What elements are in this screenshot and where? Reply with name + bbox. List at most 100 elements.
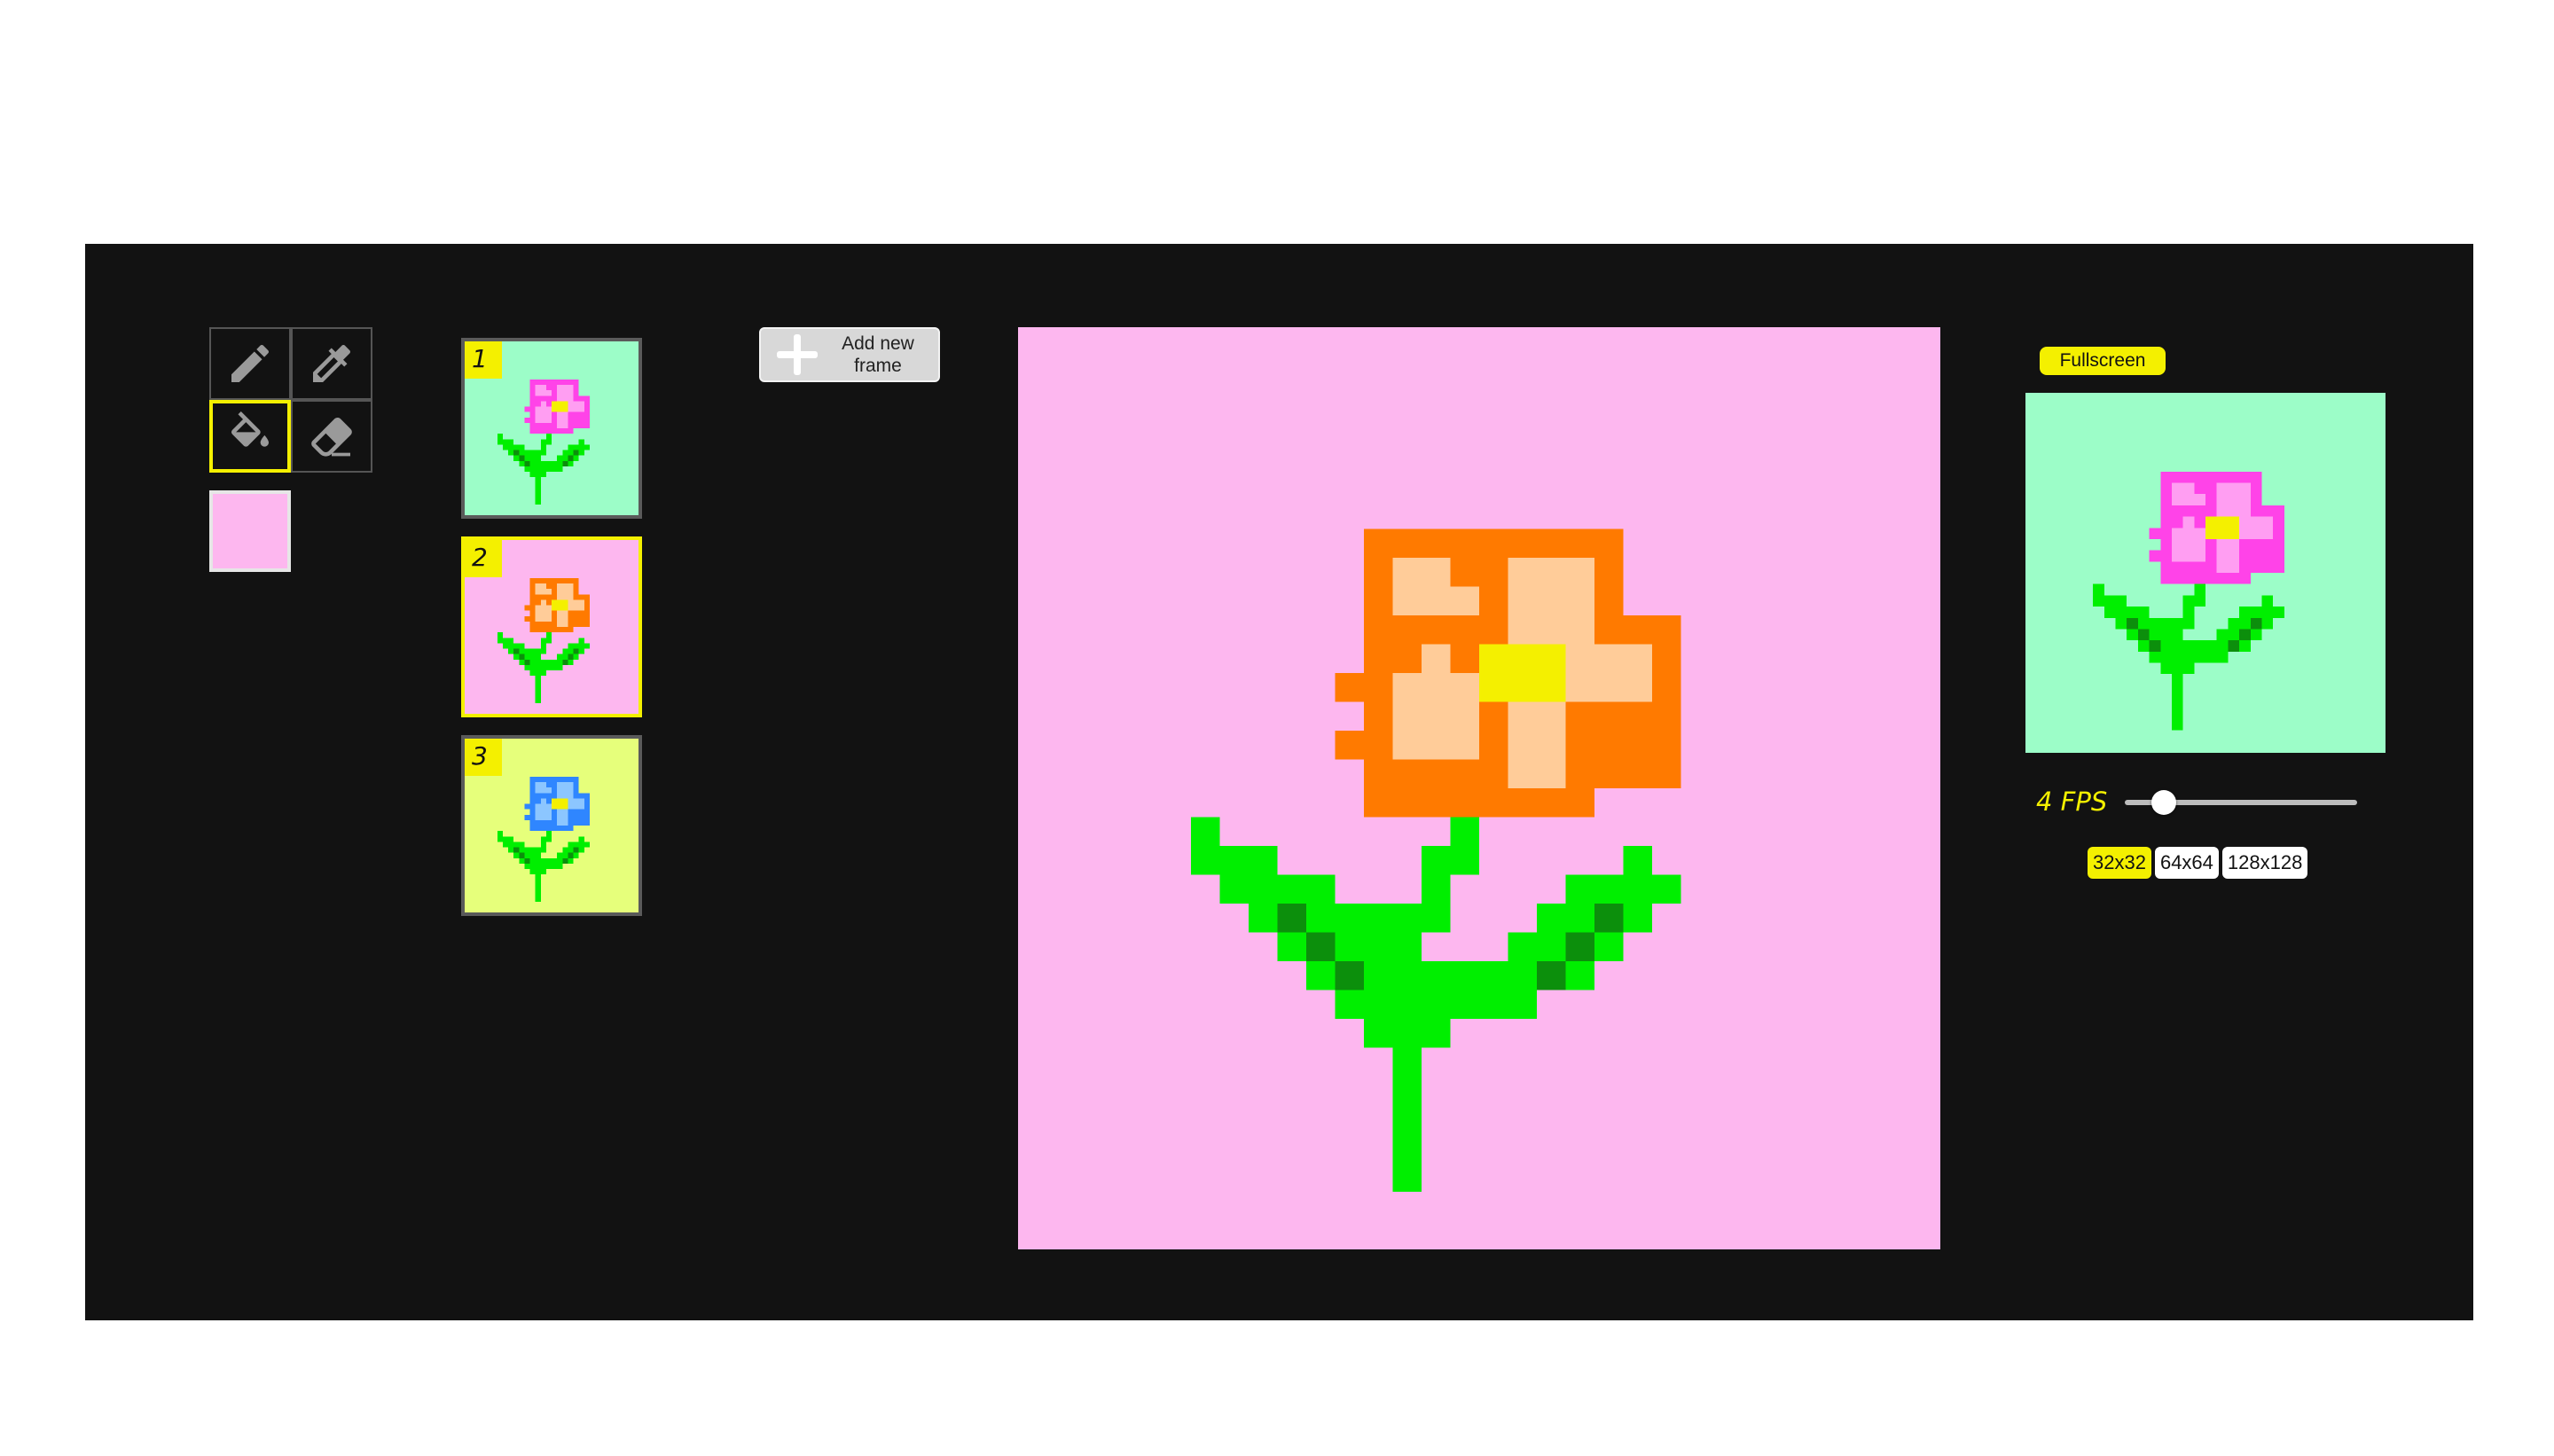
preview-pixel — [2239, 516, 2274, 539]
canvas-pixel — [1335, 961, 1364, 990]
canvas-pixel — [1450, 817, 1479, 875]
thumb-3-pixel — [535, 782, 546, 794]
current-color-swatch[interactable] — [209, 490, 291, 572]
preview-pixel — [2239, 617, 2251, 630]
fill-tool-button[interactable] — [209, 400, 291, 473]
thumb-3-pixel — [573, 847, 579, 853]
thumb-1-pixel — [497, 434, 503, 445]
size-button-128x128[interactable]: 128x128 — [2221, 847, 2308, 879]
thumb-3-pixel — [568, 852, 574, 858]
thumb-3-pixel — [519, 857, 546, 864]
canvas-pixel — [1508, 558, 1594, 645]
thumb-1-pixel — [568, 450, 574, 456]
thumb-2-pixel — [529, 605, 536, 622]
thumb-1-pixel — [557, 428, 574, 434]
canvas-pixel — [1537, 961, 1566, 990]
frame-number-badge: 3 — [465, 739, 502, 776]
frame-thumbnail-3[interactable]: 3 — [461, 735, 642, 916]
preview-pixel — [2160, 662, 2195, 675]
canvas-pixel — [1450, 586, 1479, 615]
thumb-1-pixel — [529, 472, 546, 478]
thumb-2-pixel — [529, 670, 546, 677]
frame-thumbnail-1[interactable]: 1 — [461, 338, 642, 519]
canvas-pixel — [1450, 961, 1594, 990]
thumb-3-pixel — [568, 847, 574, 853]
plus-icon — [777, 334, 818, 375]
thumb-1-pixel — [540, 401, 546, 407]
preview-pixel — [2273, 607, 2284, 618]
thumb-3-pixel — [508, 847, 536, 853]
size-button-32x32[interactable]: 32x32 — [2088, 847, 2151, 879]
thumb-3-pixel — [502, 842, 525, 848]
fullscreen-button[interactable]: Fullscreen — [2040, 347, 2166, 375]
preview-pixel — [2137, 629, 2150, 641]
preview-pixel — [2171, 696, 2183, 731]
pencil-tool-button[interactable] — [209, 327, 291, 400]
canvas-pixel — [1364, 673, 1393, 760]
preview-pixel — [2239, 629, 2251, 641]
thumb-2-pixel — [568, 599, 584, 611]
canvas-pixel — [1392, 673, 1479, 760]
size-button-64x64[interactable]: 64x64 — [2154, 847, 2219, 879]
thumb-3-pixel — [578, 836, 584, 842]
preview-pixel — [2216, 482, 2251, 517]
preview-pixel — [2171, 528, 2205, 562]
frame-list: 1 2 3 — [461, 338, 642, 934]
thumb-1-pixel — [535, 385, 546, 396]
thumb-1-pixel — [524, 460, 530, 466]
thumb-1-pixel — [568, 401, 584, 412]
thumb-1-pixel — [578, 439, 584, 445]
thumb-2-pixel — [535, 686, 541, 703]
thumb-3-pixel — [557, 826, 574, 832]
preview-pixel — [2115, 617, 2172, 630]
thumb-1-pixel — [552, 401, 568, 412]
paint-bucket-icon — [231, 411, 269, 447]
thumb-2-pixel — [584, 643, 590, 649]
preview-pixel — [2104, 607, 2150, 618]
add-new-frame-button[interactable]: Add new frame — [759, 327, 940, 382]
fps-slider-thumb[interactable] — [2151, 790, 2177, 815]
preview-pixel — [2182, 651, 2229, 663]
preview-pixel — [2250, 617, 2262, 630]
preview-pixel — [2182, 595, 2195, 630]
canvas-pixel — [1508, 701, 1566, 788]
fps-slider[interactable] — [2125, 785, 2357, 820]
thumb-2-pixel — [524, 659, 530, 665]
preview-pixel — [2216, 573, 2251, 584]
canvas-pixel — [1422, 644, 1451, 673]
preview-pixel — [2194, 583, 2205, 607]
thumb-1-pixel — [562, 460, 568, 466]
drawing-canvas[interactable] — [1018, 327, 1940, 1249]
canvas-pixel — [1335, 673, 1364, 702]
thumb-3-pixel — [513, 847, 520, 853]
thumb-3-pixel — [535, 803, 552, 820]
thumb-2-pixel — [557, 610, 568, 627]
canvas-pixel — [1623, 846, 1652, 875]
thumb-2-pixel — [568, 648, 574, 654]
thumb-1-pixel — [557, 411, 568, 428]
thumb-2-pixel — [568, 654, 574, 660]
frame-thumbnail-2[interactable]: 2 — [461, 536, 642, 717]
fps-label: 4 FPS — [2036, 787, 2108, 817]
thumb-3-pixel — [545, 787, 552, 794]
thumb-1-pixel — [545, 434, 552, 445]
canvas-pixel — [1191, 817, 1220, 875]
thumb-1-pixel — [502, 444, 525, 450]
thumb-2-pixel — [573, 648, 579, 654]
thumb-1-pixel — [535, 488, 541, 505]
frame-number-badge: 1 — [465, 341, 502, 379]
thumb-3-pixel — [535, 885, 541, 902]
thumb-2-pixel — [508, 648, 536, 654]
thumb-2-pixel — [502, 643, 525, 649]
thumb-3-pixel — [545, 831, 552, 842]
preview-pixel — [2250, 607, 2262, 618]
thumb-2-pixel — [524, 615, 530, 622]
canvas-pixel — [1594, 904, 1624, 933]
thumb-1-pixel — [584, 444, 590, 450]
eyedropper-tool-button[interactable] — [291, 327, 372, 400]
canvas-pixel — [1392, 558, 1451, 615]
eraser-tool-button[interactable] — [291, 400, 372, 473]
thumb-3-pixel — [545, 857, 574, 864]
thumb-2-pixel — [524, 605, 530, 611]
eyedropper-icon — [313, 344, 351, 382]
